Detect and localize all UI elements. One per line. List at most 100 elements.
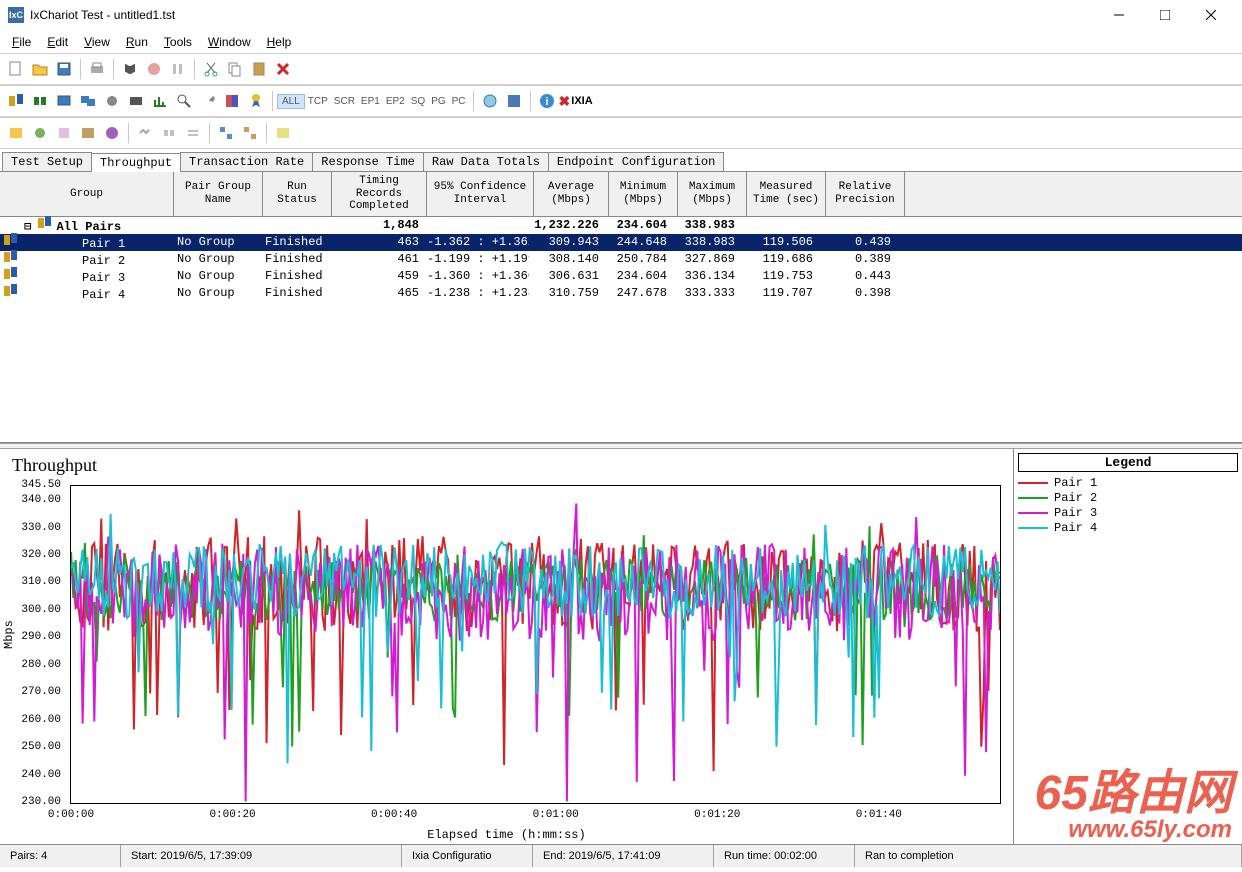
legend-item[interactable]: Pair 3 (1018, 506, 1238, 520)
menu-run[interactable]: Run (118, 33, 156, 51)
status-config: Ixia Configuratio (402, 845, 533, 867)
menu-window[interactable]: Window (200, 33, 259, 51)
aux-icon-9[interactable] (216, 123, 236, 143)
x-tick-label: 0:00:20 (209, 809, 255, 821)
stop-icon[interactable] (144, 59, 164, 79)
open-icon[interactable] (30, 59, 50, 79)
tab-transaction-rate[interactable]: Transaction Rate (180, 152, 313, 171)
status-result: Ran to completion (855, 845, 1242, 867)
cut-icon[interactable] (201, 59, 221, 79)
aux-icon-10[interactable] (240, 123, 260, 143)
legend-item[interactable]: Pair 2 (1018, 491, 1238, 505)
filter-all[interactable]: ALL (277, 94, 305, 109)
aux-icon-3[interactable] (54, 123, 74, 143)
save2-icon[interactable] (504, 91, 524, 111)
grid-header[interactable]: MeasuredTime (sec) (747, 172, 826, 216)
close-button[interactable] (1188, 0, 1234, 30)
menu-view[interactable]: View (76, 33, 118, 51)
grid-header[interactable]: Maximum(Mbps) (678, 172, 747, 216)
legend-item[interactable]: Pair 4 (1018, 521, 1238, 535)
tool-pair-icon[interactable] (6, 91, 26, 111)
tool-group-icon[interactable] (30, 91, 50, 111)
tool-ribbon-icon[interactable] (246, 91, 266, 111)
status-bar: Pairs: 4 Start: 2019/6/5, 17:39:09 Ixia … (0, 844, 1242, 867)
plot-box[interactable]: 230.00240.00250.00260.00270.00280.00290.… (70, 485, 1001, 804)
print-icon[interactable] (87, 59, 107, 79)
toolbar-aux (0, 117, 1242, 149)
grid-header[interactable]: 95% ConfidenceInterval (427, 172, 534, 216)
y-tick-label: 340.00 (13, 494, 61, 506)
aux-icon-2[interactable] (30, 123, 50, 143)
tab-raw-data-totals[interactable]: Raw Data Totals (423, 152, 549, 171)
menu-tools[interactable]: Tools (156, 33, 200, 51)
x-tick-label: 0:00:00 (48, 809, 94, 821)
menu-help[interactable]: Help (259, 33, 300, 51)
copy-icon[interactable] (225, 59, 245, 79)
tab-endpoint-config[interactable]: Endpoint Configuration (548, 152, 724, 171)
filter-tcp[interactable]: TCP (305, 96, 331, 107)
tool-magnify-icon[interactable] (174, 91, 194, 111)
tool-gear-icon[interactable] (102, 91, 122, 111)
toolbar-main (0, 53, 1242, 85)
filter-ep1[interactable]: EP1 (358, 96, 383, 107)
status-pairs: Pairs: 4 (0, 845, 121, 867)
tool-tv-icon[interactable] (126, 91, 146, 111)
y-tick-label: 300.00 (13, 604, 61, 616)
toolbar-filters: ALL TCP SCR EP1 EP2 SQ PG PC i ✖IXIA (0, 85, 1242, 117)
info-icon[interactable]: i (537, 91, 557, 111)
run-icon[interactable] (120, 59, 140, 79)
filter-pc[interactable]: PC (449, 96, 469, 107)
new-icon[interactable] (6, 59, 26, 79)
paste-icon[interactable] (249, 59, 269, 79)
globe-icon[interactable] (480, 91, 500, 111)
grid-header[interactable]: Run Status (263, 172, 332, 216)
tab-throughput[interactable]: Throughput (91, 153, 181, 172)
grid-header[interactable]: Average(Mbps) (534, 172, 609, 216)
tool-flag-icon[interactable] (222, 91, 242, 111)
delete-icon[interactable] (273, 59, 293, 79)
table-row[interactable]: Pair 4No GroupFinished465-1.238 : +1.238… (0, 285, 1242, 302)
filter-ep2[interactable]: EP2 (383, 96, 408, 107)
aux-icon-6[interactable] (135, 123, 155, 143)
minimize-button[interactable] (1096, 0, 1142, 30)
table-row[interactable]: Pair 1No GroupFinished463-1.362 : +1.362… (0, 234, 1242, 251)
x-axis-label: Elapsed time (h:mm:ss) (427, 828, 585, 842)
results-grid: GroupPair GroupNameRun StatusTiming Reco… (0, 172, 1242, 443)
grid-header[interactable]: Minimum(Mbps) (609, 172, 678, 216)
y-tick-label: 260.00 (13, 714, 61, 726)
tool-monitor1-icon[interactable] (54, 91, 74, 111)
pause-icon[interactable] (168, 59, 188, 79)
table-row[interactable]: Pair 2No GroupFinished461-1.199 : +1.199… (0, 251, 1242, 268)
legend-title: Legend (1018, 453, 1238, 472)
result-tabs: Test Setup Throughput Transaction Rate R… (0, 149, 1242, 172)
tool-chart-icon[interactable] (150, 91, 170, 111)
aux-icon-8[interactable] (183, 123, 203, 143)
menu-file[interactable]: File (4, 33, 39, 51)
filter-scr[interactable]: SCR (331, 96, 358, 107)
y-tick-label: 310.00 (13, 576, 61, 588)
aux-icon-4[interactable] (78, 123, 98, 143)
save-icon[interactable] (54, 59, 74, 79)
y-tick-label: 250.00 (13, 741, 61, 753)
tab-response-time[interactable]: Response Time (312, 152, 424, 171)
filter-pg[interactable]: PG (428, 96, 448, 107)
grid-header[interactable]: Pair GroupName (174, 172, 263, 216)
tool-monitor2-icon[interactable] (78, 91, 98, 111)
legend-item[interactable]: Pair 1 (1018, 476, 1238, 490)
tab-test-setup[interactable]: Test Setup (2, 152, 92, 171)
aux-icon-5[interactable] (102, 123, 122, 143)
menu-edit[interactable]: Edit (39, 33, 76, 51)
status-start: Start: 2019/6/5, 17:39:09 (121, 845, 402, 867)
aux-icon-7[interactable] (159, 123, 179, 143)
grid-header[interactable]: Timing RecordsCompleted (332, 172, 427, 216)
maximize-button[interactable] (1142, 0, 1188, 30)
table-row[interactable]: Pair 3No GroupFinished459-1.360 : +1.360… (0, 268, 1242, 285)
tool-wrench-icon[interactable] (198, 91, 218, 111)
filter-sq[interactable]: SQ (408, 96, 428, 107)
all-pairs-row[interactable]: ⊟ All Pairs1,8481,232.226234.604338.983 (0, 217, 1242, 234)
aux-icon-1[interactable] (6, 123, 26, 143)
y-tick-label: 270.00 (13, 686, 61, 698)
grid-header[interactable]: Group (0, 172, 174, 216)
grid-header[interactable]: RelativePrecision (826, 172, 905, 216)
aux-icon-11[interactable] (273, 123, 293, 143)
